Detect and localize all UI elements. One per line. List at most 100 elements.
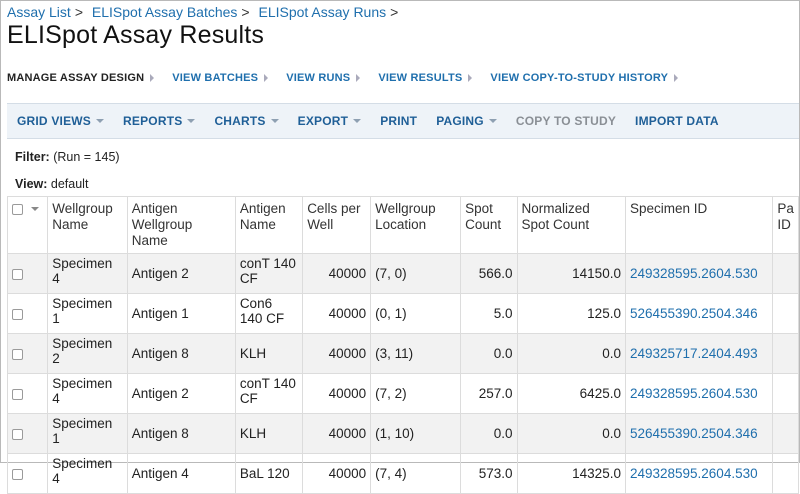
table-cell: 0.0 [516,413,626,454]
table-cell: 40000 [302,453,372,494]
row-select-cell [6,453,49,494]
breadcrumb-separator: > [390,4,399,20]
view-value: default [50,177,89,191]
column-header-specimen-id[interactable]: Specimen ID [624,196,774,254]
chevron-right-icon [468,74,473,82]
table-cell: 257.0 [460,373,518,414]
column-header-wellgroup-location[interactable]: Wellgroup Location [370,196,462,254]
row-checkbox[interactable] [12,468,23,480]
view-label: View: [15,177,48,191]
chevron-right-icon [356,74,361,82]
filter-description: Filter: (Run = 145) [15,150,120,164]
chevron-right-icon [674,74,679,82]
charts-label: CHARTS [214,114,266,128]
row-checkbox[interactable] [12,348,23,360]
specimen-id-link[interactable]: 526455390.2504.346 [624,413,774,454]
column-header-antigen-wellgroup-name[interactable]: Antigen Wellgroup Name [126,196,236,254]
row-checkbox[interactable] [12,308,23,320]
table-cell: Antigen 2 [126,373,236,414]
table-cell: Antigen 2 [126,253,236,294]
results-grid: Wellgroup Name Antigen Wellgroup Name An… [6,196,799,494]
table-cell: 573.0 [460,453,518,494]
view-runs-link[interactable]: VIEW RUNS [286,72,361,84]
table-cell: KLH [234,413,304,454]
table-cell: BaL 120 [234,453,304,494]
table-row: Specimen 1 Antigen 1 Con6 140 CF 40000 (… [6,293,799,334]
row-select-cell [6,413,49,454]
table-cell: KLH [234,333,304,374]
print-button[interactable]: PRINT [380,114,417,128]
select-all-checkbox[interactable] [12,203,23,215]
table-cell: 0.0 [516,333,626,374]
view-copy-to-study-history-link[interactable]: VIEW COPY-TO-STUDY HISTORY [490,72,679,84]
table-cell: Specimen 1 [47,413,128,454]
header-row: Wellgroup Name Antigen Wellgroup Name An… [6,196,799,254]
table-cell: 125.0 [516,293,626,334]
reports-label: REPORTS [123,114,183,128]
specimen-id-link[interactable]: 249328595.2604.530 [624,453,774,494]
table-cell: conT 140 CF [234,253,304,294]
row-checkbox[interactable] [12,268,23,280]
table-cell: 14150.0 [516,253,626,294]
table-row: Specimen 4 Antigen 2 conT 140 CF 40000 (… [6,373,799,414]
copy-to-study-button[interactable]: COPY TO STUDY [516,114,616,128]
breadcrumb-elispot-assay-batches[interactable]: ELISpot Assay Batches [92,4,238,20]
table-cell [772,413,799,454]
grid-views-button[interactable]: GRID VIEWS [17,114,105,128]
table-cell: Specimen 4 [47,453,128,494]
specimen-id-link[interactable]: 249328595.2604.530 [624,253,774,294]
breadcrumb-assay-list[interactable]: Assay List [7,4,71,20]
table-cell: conT 140 CF [234,373,304,414]
export-label: EXPORT [297,114,349,128]
export-button[interactable]: EXPORT [298,114,362,128]
table-row: Specimen 1 Antigen 8 KLH 40000 (1, 10) 0… [6,413,799,454]
manage-assay-design-link[interactable]: MANAGE ASSAY DESIGN [7,72,155,84]
nav-label: VIEW BATCHES [172,72,259,84]
table-cell: (1, 10) [370,413,462,454]
table-cell [772,373,799,414]
table-cell: 40000 [302,373,372,414]
grid-toolbar: GRID VIEWS REPORTS CHARTS EXPORT PRINT P… [7,103,799,139]
specimen-id-link[interactable]: 249328595.2604.530 [624,373,774,414]
column-header-pa-id[interactable]: Pa ID [772,196,799,254]
table-row: Specimen 4 Antigen 2 conT 140 CF 40000 (… [6,253,799,294]
column-header-antigen-name[interactable]: Antigen Name [234,196,304,254]
chevron-down-icon [488,119,497,123]
table-cell: Antigen 1 [126,293,236,334]
column-header-spot-count[interactable]: Spot Count [460,196,518,254]
column-header-cells-per-well[interactable]: Cells per Well [302,196,372,254]
filter-label: Filter: [15,150,50,164]
chevron-down-icon [270,119,279,123]
table-cell [772,333,799,374]
specimen-id-link[interactable]: 249325717.2404.493 [624,333,774,374]
row-checkbox[interactable] [12,428,23,440]
table-cell [772,453,799,494]
table-cell: 40000 [302,413,372,454]
row-select-cell [6,253,49,294]
column-header-wellgroup-name[interactable]: Wellgroup Name [47,196,128,254]
nav-label: VIEW COPY-TO-STUDY HISTORY [490,72,669,84]
table-cell: (7, 2) [370,373,462,414]
table-cell: Antigen 8 [126,333,236,374]
table-cell: 14325.0 [516,453,626,494]
charts-button[interactable]: CHARTS [214,114,279,128]
table-cell: 5.0 [460,293,518,334]
view-batches-link[interactable]: VIEW BATCHES [172,72,269,84]
import-data-button[interactable]: IMPORT DATA [635,114,719,128]
view-results-link[interactable]: VIEW RESULTS [378,72,473,84]
specimen-id-link[interactable]: 526455390.2504.346 [624,293,774,334]
chevron-right-icon [150,74,155,82]
table-cell [772,253,799,294]
reports-button[interactable]: REPORTS [123,114,196,128]
row-checkbox[interactable] [12,388,23,400]
column-header-normalized-spot-count[interactable]: Normalized Spot Count [516,196,626,254]
breadcrumb-elispot-assay-runs[interactable]: ELISpot Assay Runs [259,4,387,20]
chevron-right-icon [264,74,269,82]
table-cell: (3, 11) [370,333,462,374]
row-select-cell [6,293,49,334]
table-cell: 6425.0 [516,373,626,414]
paging-button[interactable]: PAGING [436,114,497,128]
chevron-down-icon[interactable] [31,207,39,212]
filter-value: (Run = 145) [53,150,120,164]
view-description: View: default [15,177,88,191]
